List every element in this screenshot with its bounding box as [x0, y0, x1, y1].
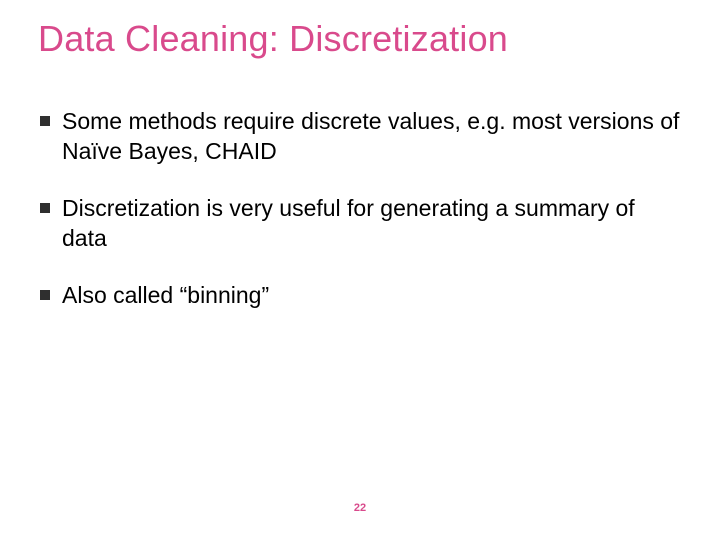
list-item: Discretization is very useful for genera… — [38, 194, 682, 253]
slide-title: Data Cleaning: Discretization — [38, 18, 682, 59]
bullet-text: Some methods require discrete values, e.… — [62, 108, 679, 163]
page-number: 22 — [0, 502, 720, 514]
square-bullet-icon — [40, 116, 50, 126]
bullet-list: Some methods require discrete values, e.… — [38, 107, 682, 310]
bullet-text: Also called “binning” — [62, 282, 269, 308]
square-bullet-icon — [40, 203, 50, 213]
list-item: Also called “binning” — [38, 281, 682, 310]
bullet-text: Discretization is very useful for genera… — [62, 195, 635, 250]
square-bullet-icon — [40, 290, 50, 300]
list-item: Some methods require discrete values, e.… — [38, 107, 682, 166]
slide: Data Cleaning: Discretization Some metho… — [0, 0, 720, 540]
